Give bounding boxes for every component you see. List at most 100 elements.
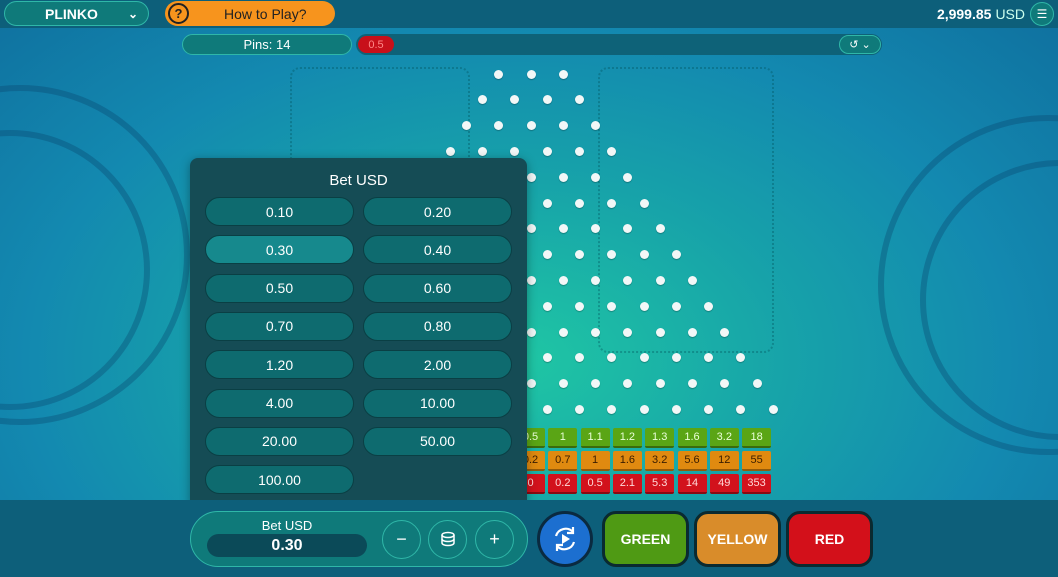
bet-option-button[interactable]: 1.20 [205,350,354,380]
multiplier-green-cell: 1 [548,428,578,448]
multiplier-green-cell: 18 [742,428,772,448]
autoplay-icon [554,527,576,551]
bet-option-button[interactable]: 0.50 [205,273,354,303]
peg [688,327,697,337]
bottom-bar [0,500,1058,577]
balance-currency: USD [995,6,1025,22]
bet-option-button[interactable]: 0.10 [205,197,354,226]
bet-presets-button[interactable] [428,520,467,559]
peg [526,121,536,131]
peg [591,172,601,182]
bet-option-button[interactable]: 0.70 [205,311,354,341]
peg [526,327,536,337]
red-button[interactable]: RED [786,511,873,567]
history-button[interactable]: ↺ ⌄ [839,35,881,54]
bet-option-button[interactable]: 50.00 [363,426,512,456]
peg [558,224,568,234]
peg [607,404,617,414]
peg [478,95,488,105]
bet-option-button[interactable]: 2.00 [363,350,512,380]
plus-icon: + [489,529,500,549]
green-button[interactable]: GREEN [602,511,689,567]
bet-option-button[interactable]: 10.00 [363,388,512,418]
peg [607,198,617,208]
multiplier-green-cell: 3.2 [709,428,739,448]
bet-option-button[interactable]: 0.80 [363,311,512,341]
peg [704,301,714,311]
peg [591,327,601,337]
peg [720,327,730,337]
game-select-dropdown[interactable]: PLINKO ⌄ [4,1,149,26]
multiplier-green-cell: 1.3 [645,428,675,448]
peg [574,404,584,414]
top-bar [0,0,1058,28]
bet-label: Bet USD [261,518,313,533]
multiplier-red-cell: 5.3 [645,474,675,494]
peg [655,224,665,234]
balance-display: 2,999.85 USD [937,6,1025,22]
peg [768,404,778,414]
how-to-play-button[interactable]: ? How to Play? [165,1,335,26]
pins-label: Pins: 14 [243,37,291,52]
multiplier-green-cell: 1.1 [580,428,610,448]
increase-bet-button[interactable]: + [475,520,514,559]
pins-selector[interactable]: Pins: 14 [182,34,352,55]
game-name: PLINKO [45,5,98,22]
peg [736,404,746,414]
peg [704,404,714,414]
bet-option-button[interactable]: 100.00 [205,465,354,495]
peg [526,172,536,182]
bet-popup-title: Bet USD [329,172,388,189]
multiplier-red-cell: 2.1 [612,474,642,494]
peg [574,353,584,363]
bet-option-button[interactable]: 0.40 [363,235,512,265]
peg [671,301,681,311]
peg [639,353,649,363]
multiplier-yellow-cell: 0.7 [548,451,578,471]
multiplier-red-cell: 0.2 [548,474,578,494]
history-chip: 0.5 [358,36,394,53]
bet-option-button[interactable]: 4.00 [205,388,354,418]
multiplier-yellow-cell: 5.6 [677,451,707,471]
decrease-bet-button[interactable]: − [382,520,421,559]
peg [510,146,520,156]
peg [671,250,681,260]
bet-option-button[interactable]: 0.20 [363,197,512,226]
multiplier-yellow-cell: 1 [580,451,610,471]
peg [542,301,552,311]
autoplay-button[interactable] [537,511,593,567]
peg [623,327,633,337]
multiplier-red-cell: 353 [742,474,772,494]
history-value: 0.5 [368,38,384,51]
multiplier-red-cell: 0.5 [580,474,610,494]
bet-option-button[interactable]: 0.60 [363,273,512,303]
peg [510,95,520,105]
yellow-button[interactable]: YELLOW [694,511,781,567]
peg [720,379,730,389]
peg [526,224,536,234]
peg [655,275,665,285]
peg [655,327,665,337]
bet-value-field[interactable]: 0.30 [207,534,367,557]
menu-button[interactable]: ☰ [1030,2,1054,26]
bet-option-button[interactable]: 0.30 [205,235,354,265]
peg [736,353,746,363]
peg [574,301,584,311]
peg [639,250,649,260]
peg [591,275,601,285]
multiplier-green-cell: 1.2 [612,428,642,448]
peg [542,353,552,363]
peg [688,379,697,389]
peg [639,198,649,208]
peg [558,69,568,79]
peg [542,95,552,105]
peg [623,379,633,389]
peg [752,379,762,389]
peg [526,379,536,389]
balance-amount: 2,999.85 [936,6,992,22]
peg [671,353,681,363]
peg [607,301,617,311]
multiplier-green-cell: 1.6 [677,428,707,448]
peg [526,69,536,79]
bet-option-button[interactable]: 20.00 [205,426,354,456]
